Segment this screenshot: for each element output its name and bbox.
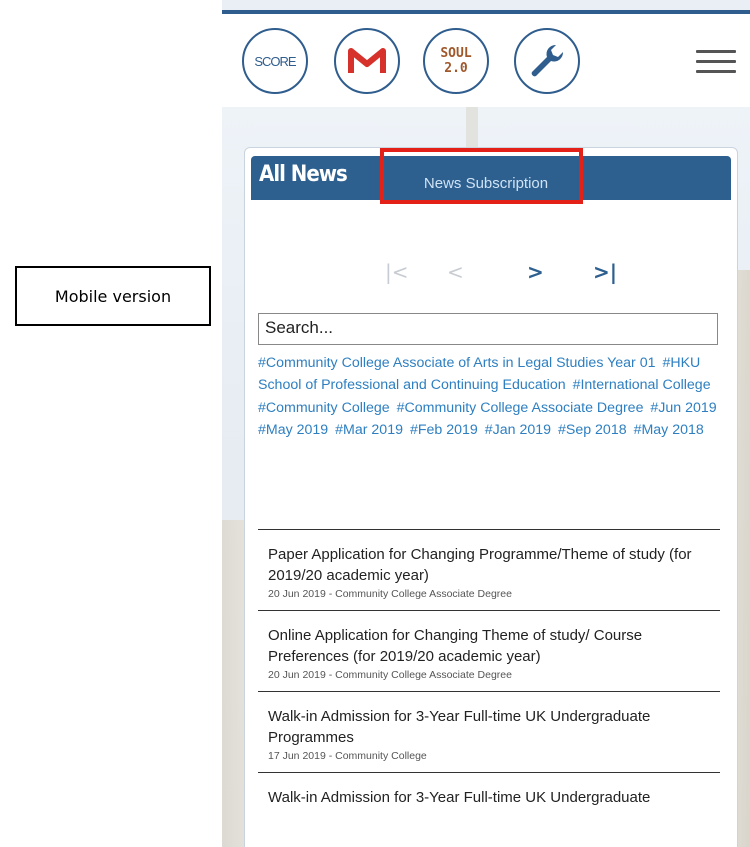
background-column <box>466 107 478 147</box>
score-label: SCORE <box>254 53 296 69</box>
next-page-icon[interactable]: > <box>527 260 544 284</box>
news-item[interactable]: Walk-in Admission for 3-Year Full-time U… <box>258 691 720 772</box>
news-item-meta: 17 Jun 2019 - Community College <box>268 750 427 762</box>
tag-link[interactable]: #International College <box>573 377 711 393</box>
news-item[interactable]: Paper Application for Changing Programme… <box>258 529 720 610</box>
tag-link[interactable]: #Jan 2019 <box>485 422 551 438</box>
soul-icon[interactable]: SOUL 2.0 <box>423 28 489 94</box>
wrench-icon[interactable] <box>514 28 580 94</box>
tag-link[interactable]: #Sep 2018 <box>558 422 627 438</box>
news-item-meta: 20 Jun 2019 - Community College Associat… <box>268 588 512 600</box>
mobile-screen: SCORE SOUL 2.0 All News News Subscriptio… <box>222 0 750 847</box>
gmail-icon[interactable] <box>334 28 400 94</box>
first-page-icon[interactable]: |< <box>385 260 409 284</box>
wrench-glyph <box>531 44 564 77</box>
highlight-box <box>380 148 583 204</box>
tag-list: #Community College Associate of Arts in … <box>258 352 728 442</box>
news-item-title[interactable]: Walk-in Admission for 3-Year Full-time U… <box>268 706 710 748</box>
tag-link[interactable]: #May 2018 <box>634 422 704 438</box>
news-list: Paper Application for Changing Programme… <box>258 529 720 818</box>
tag-link[interactable]: #Community College Associate of Arts in … <box>258 355 655 371</box>
tag-link[interactable]: #Feb 2019 <box>410 422 478 438</box>
score-icon[interactable]: SCORE <box>242 28 308 94</box>
news-item[interactable]: Walk-in Admission for 3-Year Full-time U… <box>258 772 720 818</box>
search-input[interactable]: Search... <box>258 313 718 345</box>
news-item-title[interactable]: Walk-in Admission for 3-Year Full-time U… <box>268 787 710 808</box>
news-item[interactable]: Online Application for Changing Theme of… <box>258 610 720 691</box>
tag-link[interactable]: #May 2019 <box>258 422 328 438</box>
tag-link[interactable]: #Jun 2019 <box>650 400 716 416</box>
annotation-label: Mobile version <box>15 266 211 326</box>
soul-label: SOUL 2.0 <box>440 46 472 76</box>
last-page-icon[interactable]: >| <box>593 260 617 284</box>
tag-link[interactable]: #Mar 2019 <box>335 422 403 438</box>
hamburger-menu-icon[interactable] <box>696 50 736 74</box>
news-item-title[interactable]: Online Application for Changing Theme of… <box>268 625 710 667</box>
tag-link[interactable]: #Community College Associate Degree <box>397 400 644 416</box>
news-item-title[interactable]: Paper Application for Changing Programme… <box>268 544 710 586</box>
prev-page-icon[interactable]: < <box>447 260 464 284</box>
gmail-logo <box>348 48 386 73</box>
news-card: All News News Subscription |< < > >| Sea… <box>244 147 738 847</box>
all-news-heading[interactable]: All News <box>259 162 348 187</box>
tag-link[interactable]: #Community College <box>258 400 390 416</box>
news-item-meta: 20 Jun 2019 - Community College Associat… <box>268 669 512 681</box>
